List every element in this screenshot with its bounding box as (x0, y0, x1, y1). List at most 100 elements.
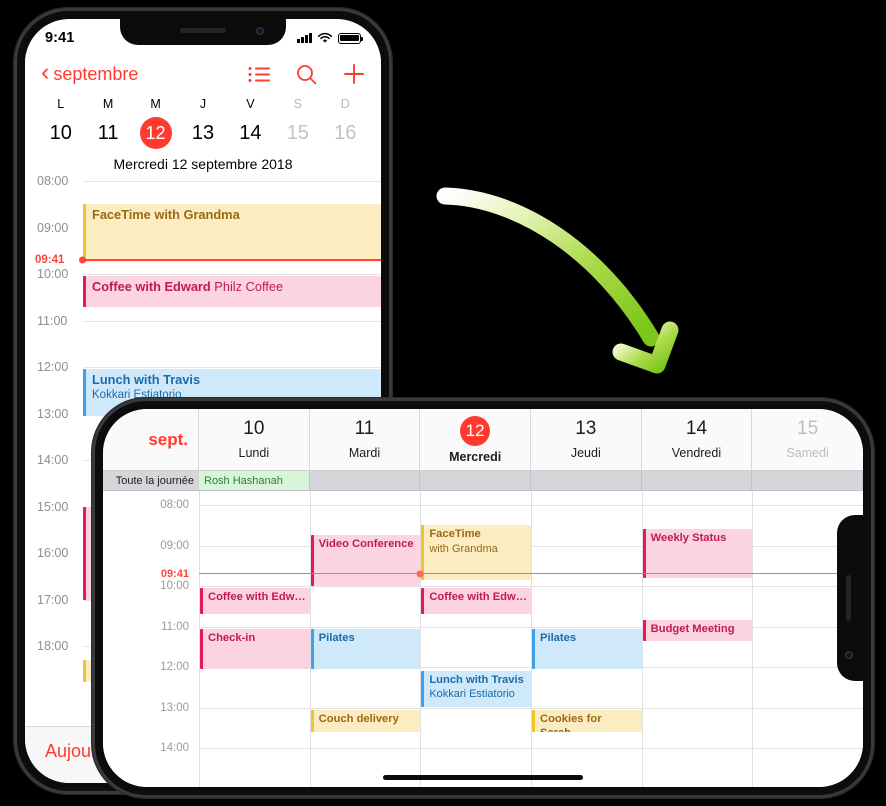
hour-label: 09:00 (160, 539, 189, 552)
all-day-cell-0[interactable]: Rosh Hashanah (199, 471, 310, 490)
event-block[interactable]: Lunch with Travis Kokkari Estiatorio (421, 671, 531, 708)
weekday-initial-1: M (102, 97, 114, 111)
day-column-header-jeudi[interactable]: 13 Jeudi (531, 409, 642, 470)
selected-date-label: Mercredi 12 septembre 2018 (113, 156, 293, 172)
date-cell-13[interactable]: 13 (179, 122, 226, 145)
event-block[interactable]: Couch delivery (310, 709, 421, 732)
back-to-month-button[interactable]: ‹ septembre (41, 58, 138, 86)
list-view-icon[interactable] (248, 66, 270, 83)
front-camera-icon (845, 651, 853, 659)
current-time-line (83, 259, 381, 261)
event-block[interactable]: Coffee with Edw… (421, 588, 531, 615)
landscape-week-grid[interactable]: 08:00 09:00 10:00 11:00 12:00 13:00 14:00 Video… (103, 491, 863, 787)
landscape-screen: sept. 10 Lundi 11 Mardi 12 Mercredi 13 Jeudi 14 Ve… (103, 409, 863, 787)
date-cell-12[interactable]: 12 (132, 117, 179, 149)
date-cell-15[interactable]: 15 (274, 122, 321, 145)
day-column-header-vendredi[interactable]: 14 Vendredi (642, 409, 753, 470)
all-day-cell-2[interactable] (420, 471, 531, 490)
date-number-14: 14 (239, 121, 262, 144)
event-block[interactable]: Coffee with Edward Philz Coffee (83, 276, 381, 308)
all-day-cell-1[interactable] (310, 471, 421, 490)
current-time-dot (79, 256, 86, 264)
notch (120, 19, 286, 45)
event-block[interactable]: FaceTime with Grandma (421, 525, 531, 580)
month-label: sept. (103, 409, 199, 470)
event-block[interactable]: Check-in (200, 628, 310, 670)
landscape-week-header[interactable]: sept. 10 Lundi 11 Mardi 12 Mercredi 13 Jeudi 14 Ve… (103, 409, 863, 471)
date-cell-10[interactable]: 10 (37, 122, 84, 145)
weekday-initial-5: S (293, 97, 302, 111)
weekday-initial-2: M (150, 97, 161, 111)
date-number-13: 13 (191, 121, 215, 144)
hour-label: 13:00 (160, 701, 189, 714)
hour-label: 12:00 (37, 360, 69, 374)
all-day-cell-3[interactable] (531, 471, 642, 490)
event-block[interactable]: Coffee with Edw… (200, 588, 310, 615)
notch (837, 515, 863, 681)
front-camera-icon (256, 27, 264, 35)
hour-line (83, 320, 381, 322)
day-number: 12 (460, 415, 491, 446)
status-indicators (297, 32, 363, 44)
day-column-header-lundi[interactable]: 10 Lundi (199, 409, 310, 470)
day-name: Mardi (348, 446, 381, 460)
hour-label: 14:00 (160, 742, 189, 754)
hour-label: 10:00 (37, 267, 69, 281)
hour-line (83, 274, 381, 275)
battery-icon (338, 32, 363, 44)
date-cell-11[interactable]: 11 (84, 122, 131, 145)
curved-arrow-icon (436, 187, 679, 374)
day-name: Lundi (238, 446, 270, 460)
cellular-signal-icon (297, 33, 312, 43)
event-block[interactable]: FaceTime with Grandma (83, 204, 381, 263)
event-block[interactable]: Budget Meeting (642, 620, 753, 641)
speaker-icon (846, 575, 851, 621)
hour-label: 08:00 (37, 174, 69, 188)
current-time-dot (416, 570, 424, 578)
weekday-initial-4: V (246, 97, 255, 111)
status-time: 9:41 (45, 30, 75, 46)
date-number-11: 11 (97, 121, 119, 144)
event-block[interactable]: Video Conference (310, 535, 421, 586)
day-column-header-samedi[interactable]: 15 Samedi (752, 409, 863, 470)
event-block[interactable]: Pilates (310, 628, 421, 670)
date-number-16: 16 (334, 121, 357, 144)
hour-label: 10:00 (160, 580, 189, 592)
event-block[interactable]: Pilates (532, 628, 642, 670)
event-block[interactable]: Cookies for Sarah… (532, 709, 642, 732)
day-column-header-mercredi[interactable]: 12 Mercredi (420, 409, 531, 470)
chevron-left-icon: ‹ (41, 58, 50, 86)
day-name: Jeudi (570, 446, 601, 460)
date-cell-14[interactable]: 14 (227, 122, 274, 145)
hour-label: 15:00 (37, 499, 69, 514)
current-time-label: 09:41 (160, 567, 189, 580)
weekday-initials-row: LMMJVSD (25, 97, 381, 111)
weekday-numbers-row[interactable]: 10 11 12 13 14 15 16 (25, 116, 381, 150)
date-number-10: 10 (49, 121, 72, 144)
hour-label: 08:00 (160, 499, 189, 511)
day-number: 15 (797, 418, 819, 439)
event-block[interactable]: Weekly Status (642, 529, 753, 578)
hour-label: 18:00 (37, 639, 69, 653)
day-name: Vendredi (671, 446, 722, 460)
home-indicator[interactable] (383, 775, 583, 780)
all-day-cell-4[interactable] (642, 471, 753, 490)
date-number-12: 12 (139, 117, 172, 149)
weekday-initial-6: D (340, 97, 350, 111)
landscape-iphone-device: sept. 10 Lundi 11 Mardi 12 Mercredi 13 Jeudi 14 Ve… (92, 398, 874, 798)
hour-label: 11:00 (161, 620, 189, 633)
hour-label: 14:00 (37, 453, 69, 467)
all-day-cell-5[interactable] (752, 471, 863, 490)
column-divider (752, 491, 754, 787)
date-cell-16[interactable]: 16 (322, 122, 369, 145)
plus-icon[interactable] (343, 63, 365, 85)
day-column-header-mardi[interactable]: 11 Mardi (310, 409, 421, 470)
all-day-event[interactable]: Rosh Hashanah (199, 471, 309, 490)
all-day-label: Toute la journée (115, 474, 194, 487)
day-name: Samedi (786, 446, 829, 460)
all-day-row[interactable]: Toute la journée Rosh Hashanah (103, 471, 863, 491)
day-number: 14 (685, 418, 708, 439)
search-icon[interactable] (296, 64, 317, 85)
hour-label: 09:00 (37, 220, 69, 235)
hour-label: 16:00 (37, 546, 69, 560)
